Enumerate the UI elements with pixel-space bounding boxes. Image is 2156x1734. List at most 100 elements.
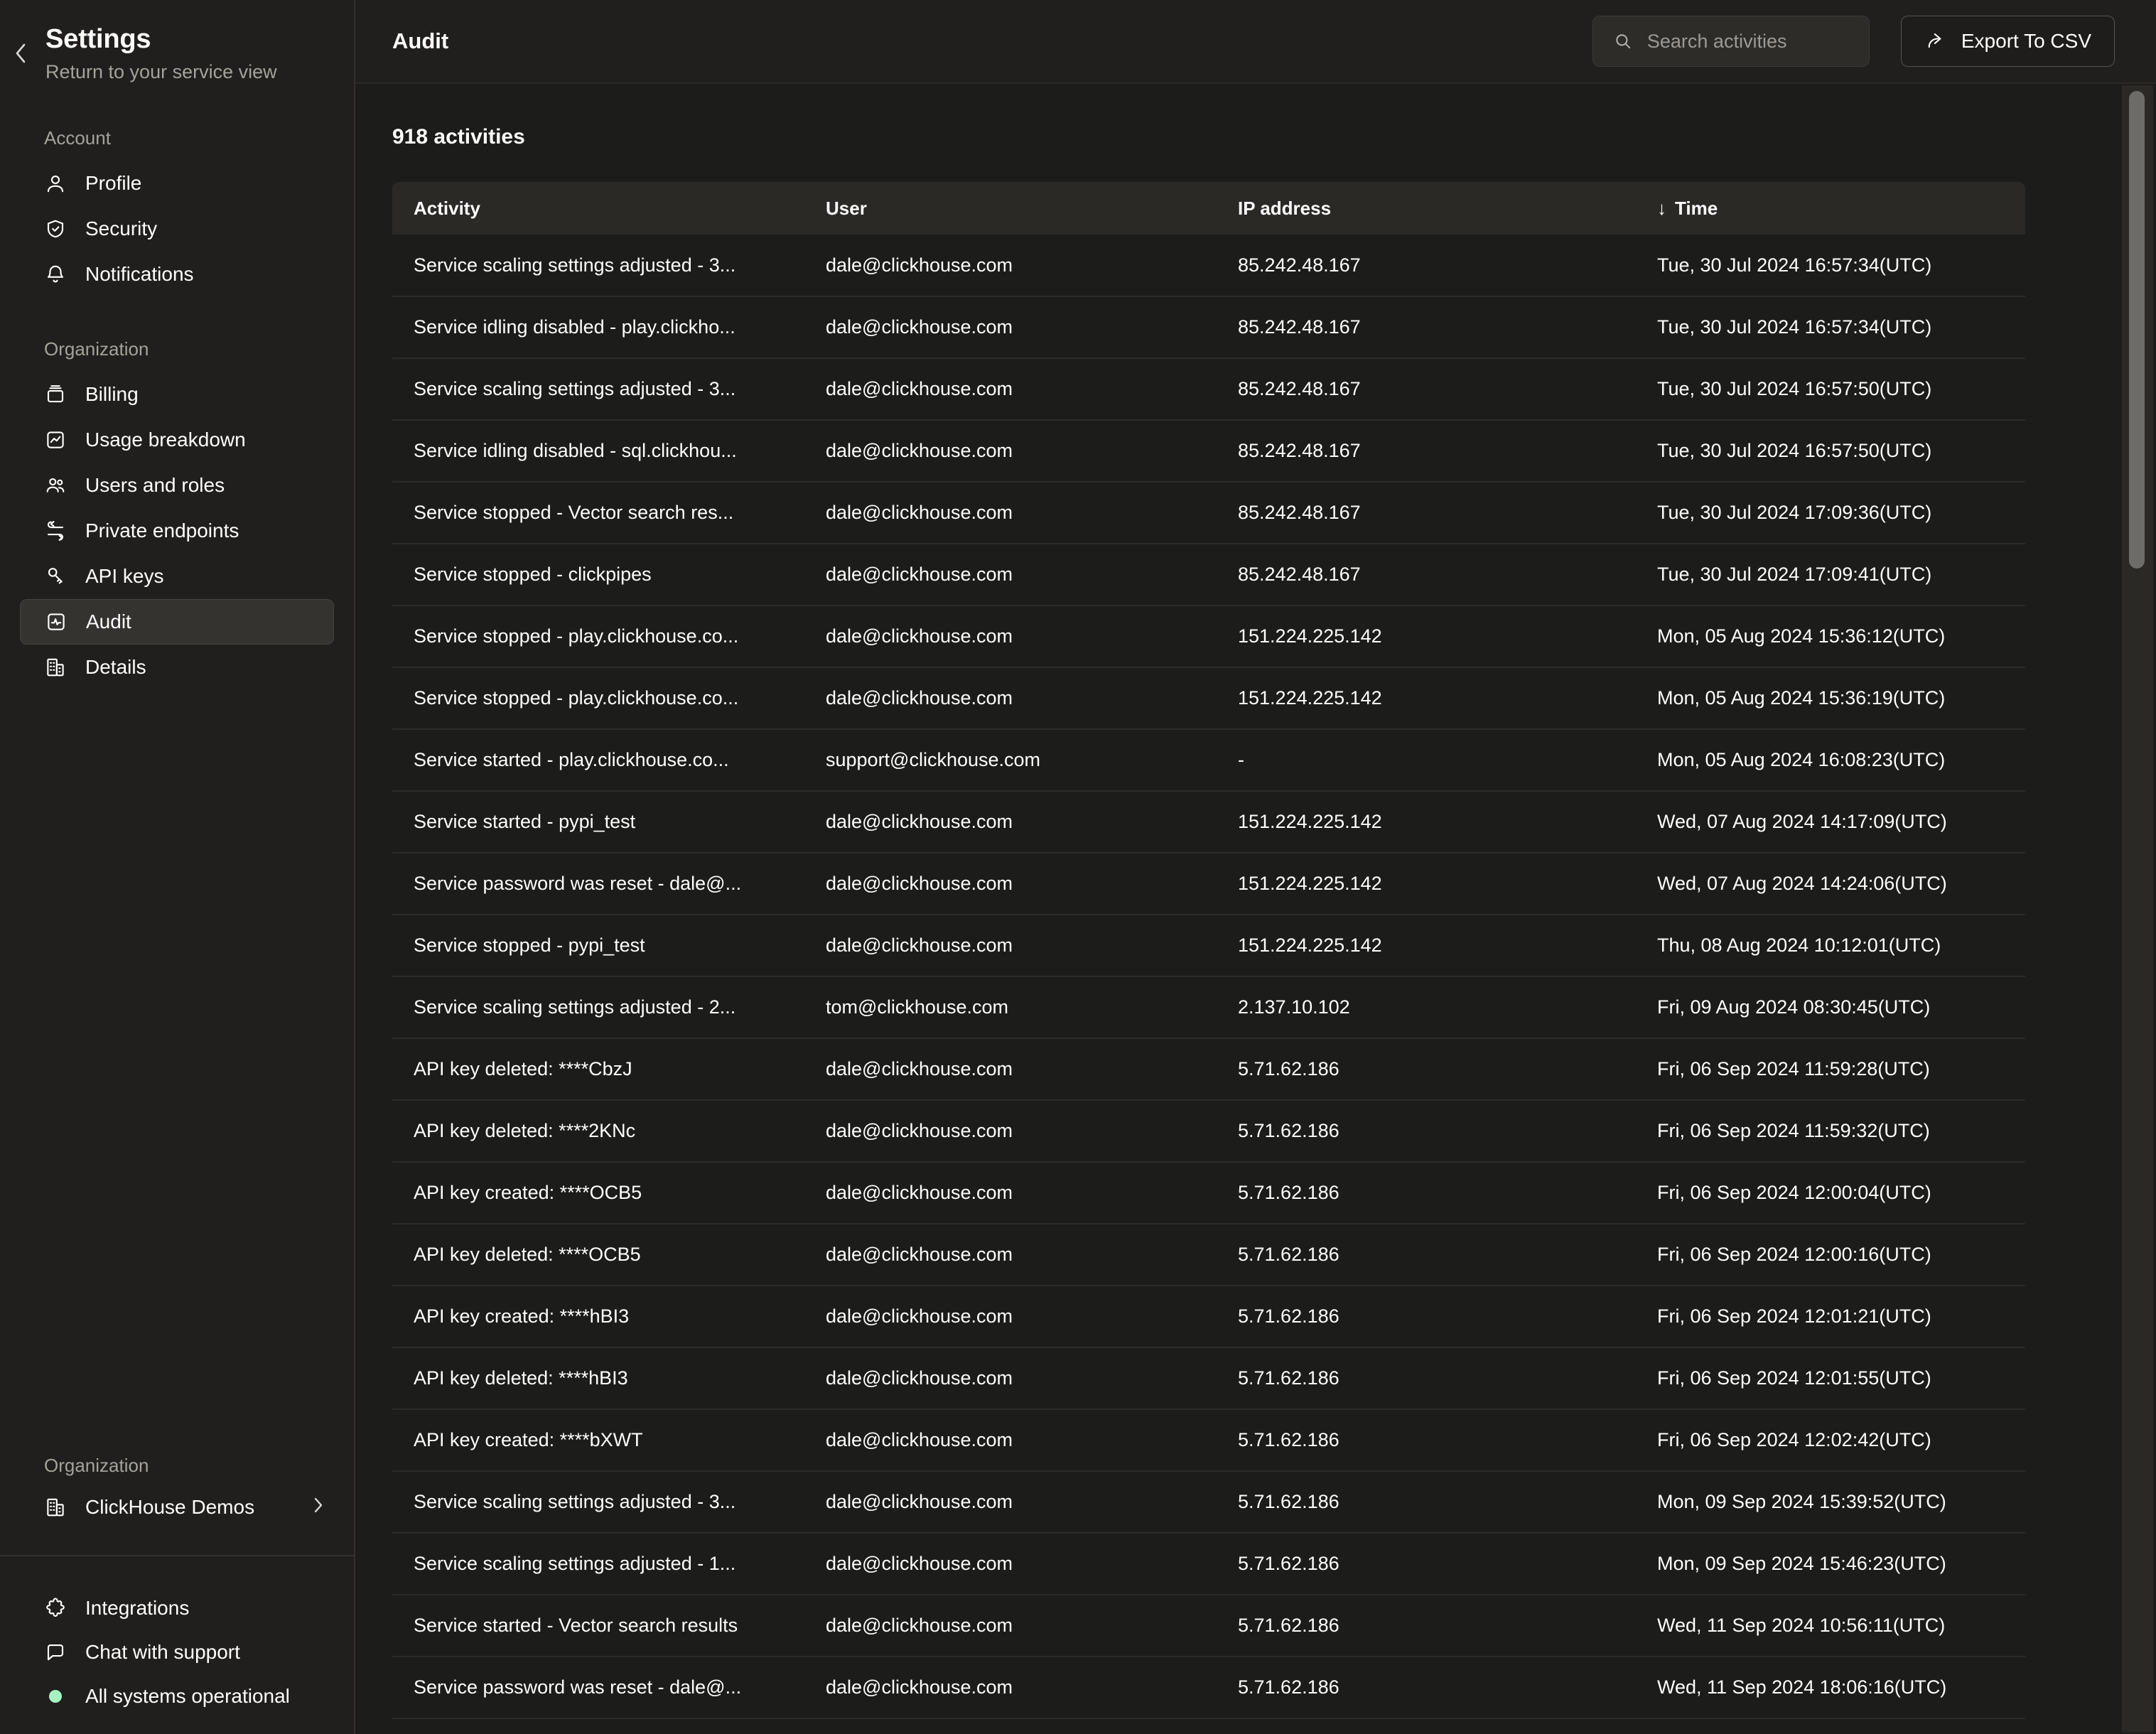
vertical-scrollbar[interactable] <box>2122 85 2153 1733</box>
sidebar-item-integrations[interactable]: Integrations <box>0 1586 354 1630</box>
column-header-activity[interactable]: Activity <box>392 182 804 235</box>
table-cell-time: Fri, 06 Sep 2024 12:00:16(UTC) <box>1636 1224 2025 1286</box>
table-cell-time: Mon, 09 Sep 2024 15:46:23(UTC) <box>1636 1533 2025 1595</box>
table-row[interactable]: Service stopped - observability-demodale… <box>392 1718 2025 1734</box>
table-row[interactable]: Service scaling settings adjusted - 1...… <box>392 1533 2025 1595</box>
table-cell-activity: Service scaling settings adjusted - 1... <box>392 1533 804 1595</box>
sidebar-item-api-keys[interactable]: API keys <box>20 554 334 599</box>
table-cell-ip: 5.71.62.186 <box>1217 1471 1636 1533</box>
table-row[interactable]: Service started - Vector search resultsd… <box>392 1595 2025 1657</box>
column-header-time[interactable]: ↓Time <box>1636 182 2025 235</box>
sidebar-item-label: Chat with support <box>85 1641 240 1664</box>
table-row[interactable]: API key deleted: ****OCB5dale@clickhouse… <box>392 1224 2025 1286</box>
chart-square-icon <box>44 429 67 451</box>
table-cell-user: dale@clickhouse.com <box>804 1162 1217 1224</box>
chat-bubble-icon <box>44 1641 67 1664</box>
table-cell-user: dale@clickhouse.com <box>804 667 1217 729</box>
sidebar-item-label: Notifications <box>85 264 194 284</box>
sidebar-item-audit[interactable]: Audit <box>20 599 334 645</box>
column-header-ip-address[interactable]: IP address <box>1217 182 1636 235</box>
table-cell-activity: Service stopped - play.clickhouse.co... <box>392 605 804 667</box>
table-row[interactable]: API key created: ****OCB5dale@clickhouse… <box>392 1162 2025 1224</box>
chevron-right-icon <box>311 1495 325 1520</box>
table-cell-ip: - <box>1217 729 1636 791</box>
table-row[interactable]: API key deleted: ****CbzJdale@clickhouse… <box>392 1038 2025 1100</box>
sidebar-item-chat-with-support[interactable]: Chat with support <box>0 1630 354 1674</box>
table-cell-time: Fri, 06 Sep 2024 11:59:32(UTC) <box>1636 1100 2025 1162</box>
table-row[interactable]: Service scaling settings adjusted - 2...… <box>392 976 2025 1038</box>
table-row[interactable]: API key created: ****hBI3dale@clickhouse… <box>392 1286 2025 1347</box>
table-cell-time: Tue, 30 Jul 2024 16:57:50(UTC) <box>1636 358 2025 420</box>
table-row[interactable]: Service started - play.clickhouse.co...s… <box>392 729 2025 791</box>
table-cell-time: Fri, 06 Sep 2024 12:01:55(UTC) <box>1636 1347 2025 1409</box>
table-row[interactable]: Service idling disabled - play.clickho..… <box>392 296 2025 358</box>
table-cell-activity: Service scaling settings adjusted - 3... <box>392 358 804 420</box>
table-cell-time: Fri, 06 Sep 2024 12:02:42(UTC) <box>1636 1409 2025 1471</box>
sidebar-item-profile[interactable]: Profile <box>20 161 334 206</box>
table-row[interactable]: Service started - pypi_testdale@clickhou… <box>392 791 2025 853</box>
table-row[interactable]: Service stopped - Vector search res...da… <box>392 482 2025 544</box>
building-icon <box>44 1496 67 1519</box>
status-dot-icon <box>44 1690 67 1703</box>
sidebar-group-label-account: Account <box>0 127 354 149</box>
sidebar-subtitle[interactable]: Return to your service view <box>45 60 277 83</box>
sidebar-item-system-status[interactable]: All systems operational <box>0 1674 354 1718</box>
sidebar-item-notifications[interactable]: Notifications <box>20 252 334 297</box>
table-row[interactable]: Service stopped - play.clickhouse.co...d… <box>392 667 2025 729</box>
table-cell-ip: 2.137.10.102 <box>1217 976 1636 1038</box>
sidebar-item-usage-breakdown[interactable]: Usage breakdown <box>20 417 334 463</box>
table-row[interactable]: Service scaling settings adjusted - 3...… <box>392 235 2025 296</box>
sidebar-item-label: Usage breakdown <box>85 430 246 450</box>
table-cell-ip: 5.71.62.186 <box>1217 1595 1636 1657</box>
share-arrow-icon <box>1924 30 1947 53</box>
table-row[interactable]: API key created: ****bXWTdale@clickhouse… <box>392 1409 2025 1471</box>
users-icon <box>44 474 67 497</box>
sidebar-item-billing[interactable]: Billing <box>20 372 334 417</box>
sidebar-item-users-and-roles[interactable]: Users and roles <box>20 463 334 508</box>
export-to-csv-label: Export To CSV <box>1961 30 2091 53</box>
table-cell-user: dale@clickhouse.com <box>804 1471 1217 1533</box>
table-cell-ip: 5.71.62.186 <box>1217 1657 1636 1718</box>
table-cell-time: Tue, 30 Jul 2024 17:09:41(UTC) <box>1636 544 2025 605</box>
table-row[interactable]: Service idling disabled - sql.clickhou..… <box>392 420 2025 482</box>
table-row[interactable]: Service password was reset - dale@...dal… <box>392 853 2025 915</box>
table-row[interactable]: Service password was reset - dale@...dal… <box>392 1657 2025 1718</box>
table-row[interactable]: Service stopped - pypi_testdale@clickhou… <box>392 915 2025 976</box>
table-cell-user: tom@clickhouse.com <box>804 976 1217 1038</box>
table-cell-activity: Service scaling settings adjusted - 2... <box>392 976 804 1038</box>
sidebar-item-label: Integrations <box>85 1597 189 1620</box>
table-cell-user: dale@clickhouse.com <box>804 915 1217 976</box>
organization-switcher[interactable]: ClickHouse Demos <box>0 1485 354 1529</box>
sidebar-item-security[interactable]: Security <box>20 206 334 252</box>
audit-table: Activity User IP address ↓Time Service s… <box>392 182 2025 1734</box>
sidebar-group-account: Profile Security Notifications <box>0 161 354 297</box>
table-row[interactable]: Service scaling settings adjusted - 3...… <box>392 358 2025 420</box>
sidebar-item-private-endpoints[interactable]: Private endpoints <box>20 508 334 554</box>
audit-table-body: Service scaling settings adjusted - 3...… <box>392 235 2025 1734</box>
table-cell-user: dale@clickhouse.com <box>804 791 1217 853</box>
sidebar-header: Settings Return to your service view <box>0 0 354 83</box>
column-header-label: IP address <box>1238 198 1331 219</box>
puzzle-icon <box>44 1597 67 1620</box>
table-cell-time: Mon, 05 Aug 2024 16:08:23(UTC) <box>1636 729 2025 791</box>
table-cell-activity: Service scaling settings adjusted - 3... <box>392 1471 804 1533</box>
chevron-left-icon[interactable] <box>0 24 43 65</box>
table-cell-time: Mon, 05 Aug 2024 15:36:12(UTC) <box>1636 605 2025 667</box>
scrollbar-thumb[interactable] <box>2129 91 2145 569</box>
table-row[interactable]: Service stopped - play.clickhouse.co...d… <box>392 605 2025 667</box>
table-cell-ip: 5.71.62.186 <box>1217 1533 1636 1595</box>
table-row[interactable]: Service stopped - clickpipesdale@clickho… <box>392 544 2025 605</box>
column-header-user[interactable]: User <box>804 182 1217 235</box>
export-to-csv-button[interactable]: Export To CSV <box>1901 16 2115 67</box>
search-input[interactable]: Search activities <box>1592 16 1870 67</box>
table-row[interactable]: API key deleted: ****2KNcdale@clickhouse… <box>392 1100 2025 1162</box>
table-cell-user: dale@clickhouse.com <box>804 1718 1217 1734</box>
table-cell-user: dale@clickhouse.com <box>804 1038 1217 1100</box>
search-placeholder: Search activities <box>1647 31 1787 53</box>
table-cell-time: Tue, 30 Jul 2024 16:57:34(UTC) <box>1636 235 2025 296</box>
sidebar-item-details[interactable]: Details <box>20 645 334 690</box>
table-row[interactable]: API key deleted: ****hBI3dale@clickhouse… <box>392 1347 2025 1409</box>
user-icon <box>44 172 67 195</box>
table-row[interactable]: Service scaling settings adjusted - 3...… <box>392 1471 2025 1533</box>
activity-square-icon <box>45 610 68 633</box>
